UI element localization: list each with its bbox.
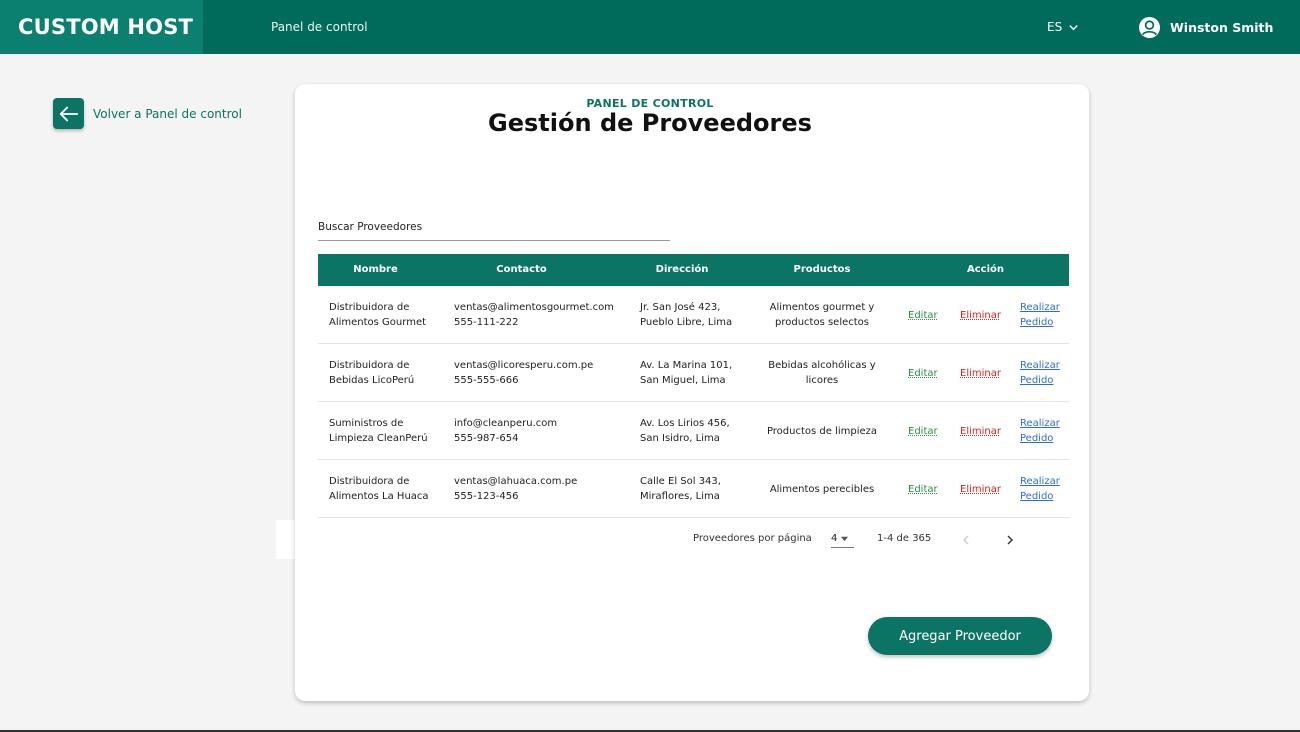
table-row: Distribuidora de Alimentos La Huaca vent… <box>318 460 1069 518</box>
delete-link[interactable]: Eliminar <box>960 460 1005 518</box>
top-bar: CUSTOM HOST Panel de control ES Winston … <box>0 0 1300 54</box>
supplier-products: Alimentos gourmet y productos selectos <box>769 302 875 328</box>
supplier-phone: 555-555-666 <box>454 375 519 386</box>
pagination-range: 1-4 de 365 <box>877 533 932 544</box>
back-button-box[interactable] <box>53 98 84 129</box>
table-row: Distribuidora de Bebidas LicoPerú ventas… <box>318 344 1069 402</box>
supplier-contact: info@cleanperu.com 555-987-654 <box>454 402 634 460</box>
supplier-email: info@cleanperu.com <box>454 418 558 429</box>
edit-link[interactable]: Editar <box>908 344 948 402</box>
chevron-down-icon <box>1069 24 1078 30</box>
search-input[interactable]: Buscar Proveedores <box>318 221 422 233</box>
table-header: Nombre Contacto Dirección Productos sumi… <box>318 254 1069 307</box>
supplier-contact: ventas@licoresperu.com.pe 555-555-666 <box>454 344 634 402</box>
place-order-link[interactable]: Realizar Pedido <box>1020 344 1068 402</box>
supplier-address: Jr. San José 423, Pueblo Libre, Lima <box>640 286 750 344</box>
address-line-2: Pueblo Libre, Lima <box>640 317 733 328</box>
supplier-products: Alimentos perecibles <box>769 483 875 495</box>
supplier-name: Distribuidora de Alimentos Gourmet <box>329 302 427 328</box>
edit-link[interactable]: Editar <box>908 460 948 518</box>
column-header-products: Productos suministrados <box>782 264 862 307</box>
delete-link[interactable]: Eliminar <box>960 286 1005 344</box>
back-to-dashboard-button[interactable]: Volver a Panel de control <box>53 98 242 129</box>
suppliers-card: PANEL DE CONTROL Gestión de Proveedores … <box>295 84 1089 701</box>
arrow-left-icon <box>59 106 78 121</box>
user-circle-icon <box>1138 16 1161 38</box>
address-line-2: San Isidro, Lima <box>640 433 720 444</box>
edit-link[interactable]: Editar <box>908 402 948 460</box>
supplier-phone: 555-111-222 <box>454 317 519 328</box>
table-row: Distribuidora de Alimentos Gourmet venta… <box>318 286 1069 344</box>
chevron-left-icon <box>963 535 969 545</box>
delete-link[interactable]: Eliminar <box>960 344 1005 402</box>
edit-link[interactable]: Editar <box>908 286 948 344</box>
brand-logo[interactable]: CUSTOM HOST <box>0 0 203 54</box>
supplier-contact: ventas@alimentosgourmet.com 555-111-222 <box>454 286 634 344</box>
supplier-name: Distribuidora de Bebidas LicoPerú <box>329 360 415 386</box>
supplier-address: Av. La Marina 101, San Miguel, Lima <box>640 344 750 402</box>
caret-down-icon <box>841 536 849 542</box>
per-page-select[interactable]: 4 <box>831 530 854 548</box>
address-line-1: Jr. San José 423, <box>640 302 721 313</box>
white-patch <box>276 520 295 559</box>
address-line-1: Calle El Sol 343, <box>640 476 721 487</box>
column-header-contact: Contacto <box>496 264 547 275</box>
search-underline <box>318 240 670 241</box>
supplier-phone: 555-123-456 <box>454 491 519 502</box>
supplier-name: Distribuidora de Alimentos La Huaca <box>329 476 429 502</box>
address-line-1: Av. Los Lirios 456, <box>640 418 730 429</box>
address-line-1: Av. La Marina 101, <box>640 360 733 371</box>
language-label: ES <box>1047 20 1063 34</box>
back-label[interactable]: Volver a Panel de control <box>93 107 242 121</box>
delete-link[interactable]: Eliminar <box>960 402 1005 460</box>
language-selector[interactable]: ES <box>1047 0 1079 54</box>
page-title: Gestión de Proveedores <box>488 109 812 137</box>
place-order-link[interactable]: Realizar Pedido <box>1020 286 1068 344</box>
per-page-label: Proveedores por página <box>693 533 812 544</box>
place-order-link[interactable]: Realizar Pedido <box>1020 402 1068 460</box>
column-header-name: Nombre <box>353 264 398 275</box>
supplier-products: Bebidas alcohólicas y licores <box>768 360 876 386</box>
supplier-address: Av. Los Lirios 456, San Isidro, Lima <box>640 402 750 460</box>
nav-link-dashboard[interactable]: Panel de control <box>271 0 368 54</box>
supplier-email: ventas@licoresperu.com.pe <box>454 360 594 371</box>
place-order-link[interactable]: Realizar Pedido <box>1020 460 1068 518</box>
address-line-2: Miraflores, Lima <box>640 491 720 502</box>
user-menu[interactable]: Winston Smith <box>1138 0 1273 54</box>
address-line-2: San Miguel, Lima <box>640 375 726 386</box>
chevron-right-icon <box>1007 535 1013 545</box>
column-header-address: Dirección <box>655 264 709 275</box>
per-page-value: 4 <box>831 533 838 544</box>
supplier-email: ventas@alimentosgourmet.com <box>454 302 614 313</box>
prev-page-button[interactable] <box>959 532 973 546</box>
table-row: Suministros de Limpieza CleanPerú info@c… <box>318 402 1069 460</box>
add-supplier-button[interactable]: Agregar Proveedor <box>868 617 1052 655</box>
supplier-products: Productos de limpieza <box>766 425 878 437</box>
supplier-address: Calle El Sol 343, Miraflores, Lima <box>640 460 750 518</box>
next-page-button[interactable] <box>1003 532 1017 546</box>
column-header-action: Acción <box>966 264 1004 275</box>
user-name: Winston Smith <box>1170 19 1274 35</box>
supplier-name: Suministros de Limpieza CleanPerú <box>329 418 428 444</box>
supplier-contact: ventas@lahuaca.com.pe 555-123-456 <box>454 460 634 518</box>
supplier-email: ventas@lahuaca.com.pe <box>454 476 578 487</box>
supplier-phone: 555-987-654 <box>454 433 519 444</box>
